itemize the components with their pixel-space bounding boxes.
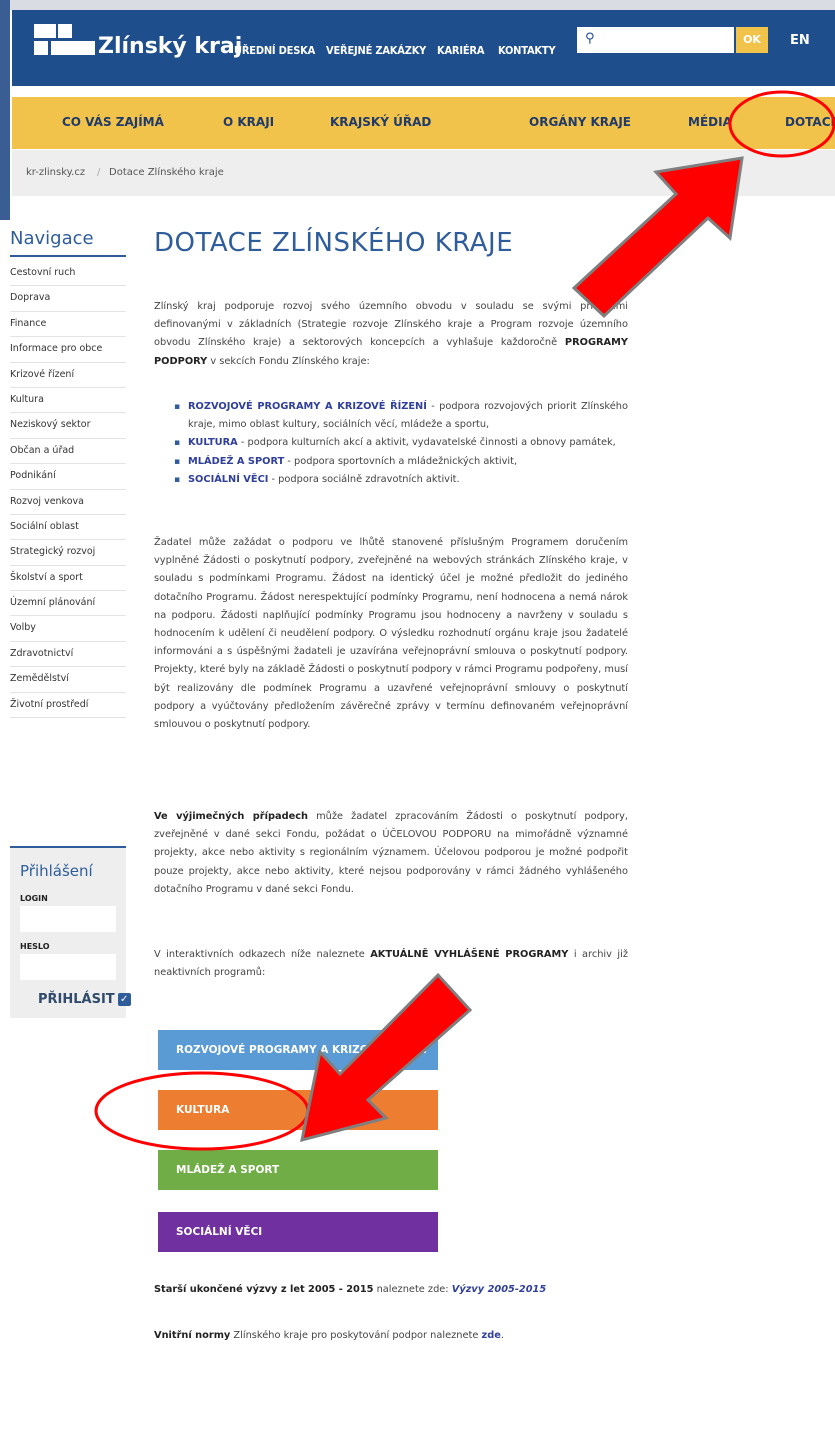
program-button-mladez-a-sport[interactable]: MLÁDEŽ A SPORT — [158, 1150, 438, 1190]
logo-square-icon — [58, 24, 72, 38]
internal-norms-bold: Vnitřní normy — [154, 1330, 231, 1341]
search-ok-button[interactable]: OK — [736, 27, 768, 53]
password-field[interactable] — [20, 954, 116, 980]
top-link-kariera[interactable]: KARIÉRA — [437, 44, 484, 57]
bullet-text: - podpora sociálně zdravotních aktivit. — [268, 473, 460, 485]
nav-media[interactable]: MÉDIA — [688, 115, 732, 129]
sidebar-item-obcan-a-urad[interactable]: Občan a úřad — [10, 439, 126, 465]
window-top-border — [0, 0, 835, 10]
list-item: MLÁDEŽ A SPORT - podpora sportovních a m… — [174, 453, 628, 471]
sidebar-item-volby[interactable]: Volby — [10, 616, 126, 642]
internal-norms-note: Vnitřní normy Zlínského kraje pro poskyt… — [154, 1330, 504, 1341]
internal-norms-end: . — [500, 1330, 504, 1341]
sidebar-item-socialni-oblast[interactable]: Sociální oblast — [10, 515, 126, 541]
sidebar-item-podnikani[interactable]: Podnikání — [10, 464, 126, 490]
sidebar-item-zdravotnictvi[interactable]: Zdravotnictví — [10, 642, 126, 668]
links-intro-bold: AKTUÁLNĚ VYHLÁŠENÉ PROGRAMY — [370, 949, 569, 960]
list-item: KULTURA - podpora kulturních akcí a akti… — [174, 434, 628, 452]
sidebar-item-rozvoj-venkova[interactable]: Rozvoj venkova — [10, 490, 126, 515]
search-input[interactable]: ⚲ — [577, 27, 734, 53]
older-calls-note: Starší ukončené výzvy z let 2005 - 2015 … — [154, 1284, 546, 1295]
logo-square-icon — [34, 41, 48, 55]
program-button-kultura[interactable]: KULTURA — [158, 1090, 438, 1130]
logo-square-icon — [34, 24, 56, 38]
older-calls-bold: Starší ukončené výzvy z let 2005 - 2015 — [154, 1284, 374, 1295]
sidebar-item-zemedelstvi[interactable]: Zemědělství — [10, 667, 126, 693]
sidebar-item-cestovni-ruch[interactable]: Cestovní ruch — [10, 261, 126, 287]
sidebar-item-krizove-rizeni[interactable]: Krizové řízení — [10, 363, 126, 388]
main-navigation: CO VÁS ZAJÍMÁ O KRAJI KRAJSKÝ ÚŘAD ORGÁN… — [12, 97, 835, 149]
links-intro-text: V interaktivních odkazech níže naleznete — [154, 949, 371, 960]
nav-dotace[interactable]: DOTACE — [785, 115, 835, 129]
special-cases-paragraph: Ve výjimečných případech může žadatel zp… — [154, 808, 628, 899]
sidebar-item-skolstvi-a-sport[interactable]: Školství a sport — [10, 566, 126, 592]
nav-o-kraji[interactable]: O KRAJI — [223, 115, 274, 129]
breadcrumb-current: Dotace Zlínského kraje — [109, 167, 224, 178]
older-calls-text: naleznete zde: — [373, 1284, 452, 1295]
login-button[interactable]: PŘIHLÁSIT ✓ — [38, 992, 131, 1007]
program-bullet-list: ROZVOJOVÉ PROGRAMY A KRIZOVÉ ŘÍZENÍ - po… — [174, 398, 628, 489]
nav-krajsky-urad[interactable]: KRAJSKÝ ÚŘAD — [330, 115, 431, 129]
sidebar-item-informace-pro-obce[interactable]: Informace pro obce — [10, 337, 126, 363]
conditions-paragraph: Žadatel může zažádat o podporu ve lhůtě … — [154, 537, 628, 731]
login-title: Přihlášení — [20, 862, 93, 880]
bullet-label: KULTURA — [188, 437, 238, 449]
internal-norms-link[interactable]: zde — [482, 1330, 501, 1341]
top-link-uredni-deska[interactable]: ÚŘEDNÍ DESKA — [234, 44, 315, 57]
logo-square-icon — [51, 41, 95, 55]
logo-text: Zlínský kraj — [98, 34, 243, 59]
bullet-text: - podpora sportovních a mládežnických ak… — [284, 455, 518, 467]
checkmark-icon: ✓ — [117, 993, 131, 1006]
breadcrumb-separator: / — [97, 167, 101, 178]
login-button-label: PŘIHLÁSIT — [38, 992, 115, 1007]
language-switch-en[interactable]: EN — [790, 33, 810, 48]
login-panel: Přihlášení LOGIN HESLO PŘIHLÁSIT ✓ — [10, 846, 131, 1018]
sidebar-item-neziskovy-sektor[interactable]: Neziskový sektor — [10, 413, 126, 439]
login-label: LOGIN — [20, 894, 48, 903]
program-button-socialni-veci[interactable]: SOCIÁLNÍ VĚCI — [158, 1212, 438, 1252]
breadcrumb-home-link[interactable]: kr-zlinsky.cz — [26, 167, 85, 178]
sidebar-item-strategicky-rozvoj[interactable]: Strategický rozvoj — [10, 540, 126, 566]
bullet-text: - podpora kulturních akcí a aktivit, vyd… — [237, 437, 616, 449]
list-item: SOCIÁLNÍ VĚCI - podpora sociálně zdravot… — [174, 471, 628, 489]
sidebar-item-zivotni-prostredi[interactable]: Životní prostředí — [10, 693, 126, 719]
window-left-border — [0, 0, 10, 220]
intro-paragraph: Zlínský kraj podporuje rozvoj svého územ… — [154, 298, 628, 371]
internal-norms-text: Zlínského kraje pro poskytování podpor n… — [230, 1330, 482, 1341]
links-intro-paragraph: V interaktivních odkazech níže naleznete… — [154, 946, 628, 982]
sidebar-item-finance[interactable]: Finance — [10, 312, 126, 338]
sidebar-item-kultura[interactable]: Kultura — [10, 388, 126, 414]
older-calls-link[interactable]: Výzvy 2005-2015 — [452, 1284, 546, 1295]
intro-tail: v sekcích Fondu Zlínského kraje: — [210, 355, 370, 367]
top-link-kontakty[interactable]: KONTAKTY — [498, 44, 556, 57]
breadcrumb: kr-zlinsky.cz / Dotace Zlínského kraje — [12, 150, 835, 196]
intro-text: Zlínský kraj podporuje rozvoj svého územ… — [154, 301, 628, 349]
sidebar-item-doprava[interactable]: Doprava — [10, 286, 126, 312]
password-label: HESLO — [20, 942, 50, 951]
sidebar-title: Navigace — [10, 228, 126, 257]
program-button-rozvojove[interactable]: ROZVOJOVÉ PROGRAMY A KRIZOVÉ ŘÍZENÍ — [158, 1030, 438, 1070]
bullet-label: SOCIÁLNÍ VĚCI — [188, 473, 269, 485]
list-item: ROZVOJOVÉ PROGRAMY A KRIZOVÉ ŘÍZENÍ - po… — [174, 398, 628, 434]
page-title: DOTACE ZLÍNSKÉHO KRAJE — [154, 228, 514, 258]
special-cases-text: může žadatel zpracováním Žádosti o posky… — [154, 811, 628, 895]
special-cases-bold: Ve výjimečných případech — [154, 811, 309, 822]
nav-co-vas-zajima[interactable]: CO VÁS ZAJÍMÁ — [62, 115, 164, 129]
nav-organy-kraje[interactable]: ORGÁNY KRAJE — [529, 115, 631, 129]
sidebar-navigation: Navigace Cestovní ruch Doprava Finance I… — [10, 228, 126, 719]
sidebar-item-uzemni-planovani[interactable]: Územní plánování — [10, 591, 126, 617]
search-icon: ⚲ — [585, 31, 595, 46]
bullet-label: MLÁDEŽ A SPORT — [188, 455, 285, 467]
login-field[interactable] — [20, 906, 116, 932]
top-link-verejne-zakazky[interactable]: VEŘEJNÉ ZAKÁZKY — [326, 44, 426, 57]
bullet-label: ROZVOJOVÉ PROGRAMY A KRIZOVÉ ŘÍZENÍ — [188, 401, 427, 412]
